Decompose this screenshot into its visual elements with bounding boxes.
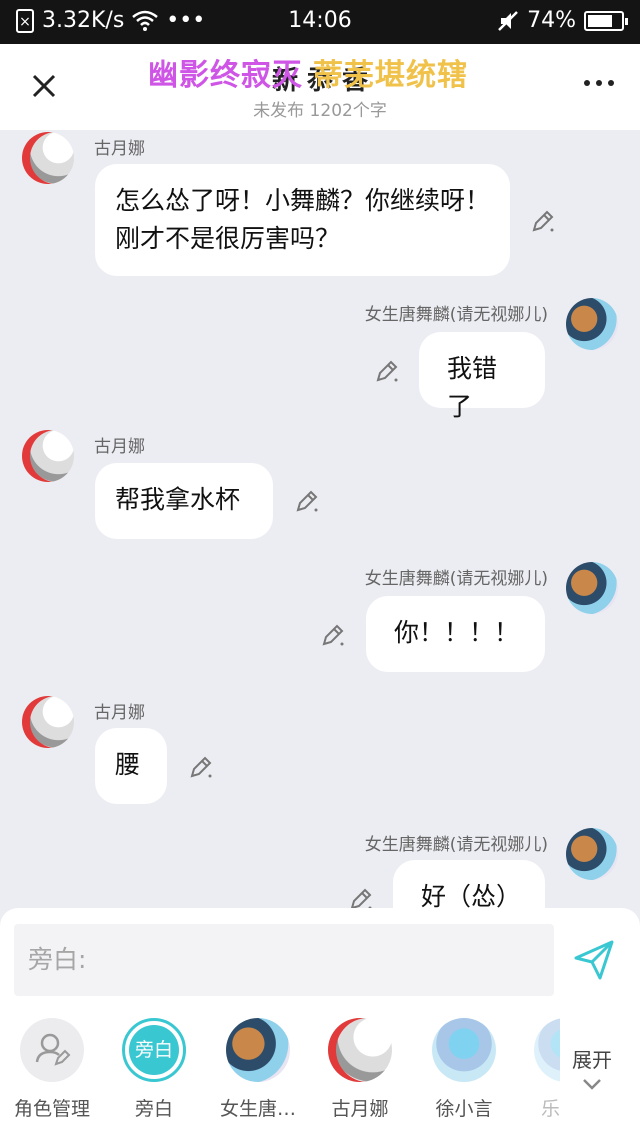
avatar [328,1018,392,1082]
edit-pen-icon[interactable] [294,488,320,514]
avatar[interactable] [566,562,618,614]
avatar[interactable] [22,696,74,748]
avatar [226,1018,290,1082]
message-bubble[interactable]: 腰 [95,728,167,804]
watermark-right: 蒂芜堪统辖 [313,58,468,93]
expand-label: 展开 [572,1048,612,1072]
role-item-guyuena[interactable]: 古月娜 [312,1014,408,1121]
sender-name: 古月娜 [94,139,145,159]
role-label: 徐小言 [435,1098,493,1120]
avatar [432,1018,496,1082]
sender-name: 古月娜 [94,437,145,457]
role-item-narration[interactable]: 旁白 旁白 [106,1014,202,1121]
edit-pen-icon[interactable] [188,754,214,780]
battery-percent: 74% [527,8,576,33]
role-item-manage[interactable]: 角色管理 [4,1014,100,1121]
avatar[interactable] [22,430,74,482]
sender-name: 女生唐舞麟(请无视娜儿) [364,569,548,589]
role-label: 女生唐… [219,1098,296,1120]
role-item-tang[interactable]: 女生唐… [210,1014,306,1121]
role-item-partial[interactable]: 乐 [500,1014,560,1121]
more-options-icon[interactable] [584,80,614,90]
user-manage-icon [20,1018,84,1082]
expand-button[interactable]: 展开 [572,1044,612,1097]
avatar [534,1018,560,1082]
role-label: 古月娜 [331,1098,389,1120]
message-bubble[interactable]: 我错了 [419,332,545,421]
header: 新 忝 香 幽影终寂灭 蒂芜堪统辖 未发布 1202个字 [0,44,640,130]
role-item-xu[interactable]: 徐小言 [416,1014,512,1121]
role-label: 角色管理 [13,1098,90,1120]
message-bubble[interactable]: 好（怂） [393,860,545,908]
avatar[interactable] [22,132,74,184]
avatar[interactable] [566,298,618,350]
edit-pen-icon[interactable] [348,886,374,908]
narration-input[interactable]: 旁白: [14,924,554,996]
role-selector: 角色管理 旁白 旁白 女生唐… 古月娜 徐小言 乐 展开 [0,1014,640,1138]
mute-icon [498,10,518,31]
avatar[interactable] [566,828,618,880]
narration-avatar: 旁白 [122,1018,186,1082]
sender-name: 女生唐舞麟(请无视娜儿) [364,835,548,855]
edit-pen-icon[interactable] [374,358,400,384]
sender-name: 古月娜 [94,703,145,723]
edit-pen-icon[interactable] [530,208,556,234]
chevron-down-icon [583,1079,601,1090]
edit-pen-icon[interactable] [320,622,346,648]
message-bubble[interactable]: 帮我拿水杯 [95,463,273,539]
role-label: 乐 [540,1098,560,1120]
sender-name: 女生唐舞麟(请无视娜儿) [364,305,548,325]
battery-icon [584,10,628,31]
composer: 旁白: 角色管理 旁白 旁白 女生唐… 古月娜 徐小言 乐 展开 [0,908,640,1138]
chat-area[interactable]: 古月娜 怎么怂了呀！小舞麟？你继续呀！刚才不是很厉害吗？ 女生唐舞麟(请无视娜儿… [0,130,640,908]
status-bar: × 3.32K/s ••• 14:06 74% [0,0,640,44]
send-icon[interactable] [572,938,616,982]
message-bubble[interactable]: 怎么怂了呀！小舞麟？你继续呀！刚才不是很厉害吗？ [95,164,510,276]
message-bubble[interactable]: 你！！！！ [366,596,545,672]
role-label: 旁白 [134,1098,173,1120]
watermark-left: 幽影终寂灭 [148,58,303,93]
watermark: 幽影终寂灭 蒂芜堪统辖 [148,50,468,94]
page-subtitle: 未发布 1202个字 [253,101,387,121]
